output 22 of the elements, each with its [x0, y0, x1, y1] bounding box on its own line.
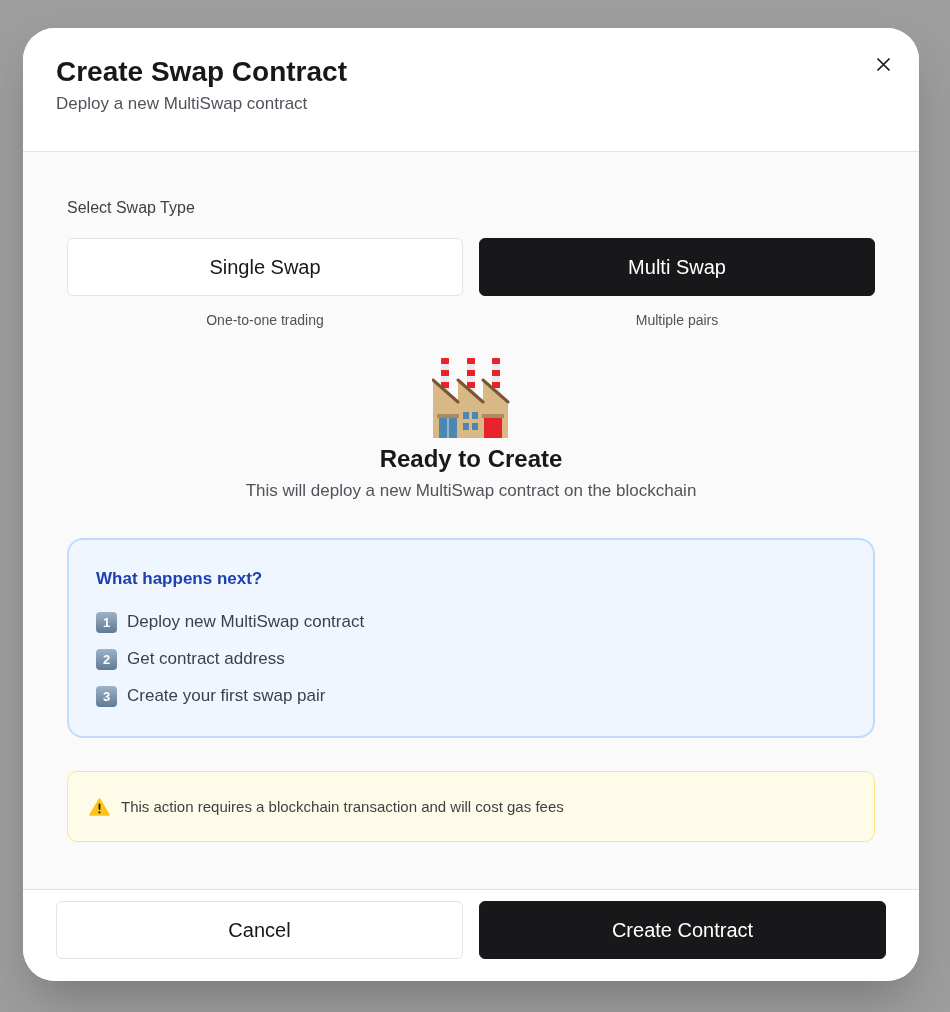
summary-description: This will deploy a new MultiSwap contract on the blockchain	[245, 480, 697, 502]
option-caption: Multiple pairs	[635, 311, 719, 330]
swap-type-option[interactable]: Multi Swap	[479, 238, 875, 296]
warning-text: This action requires a blockchain transaction and will cost gas fees	[121, 796, 564, 817]
section-label: Select Swap Type	[67, 198, 195, 218]
cancel-button[interactable]: Cancel	[56, 901, 463, 959]
info-title: What happens next?	[96, 568, 263, 590]
factory-icon	[432, 358, 510, 438]
step-text: Get contract address	[127, 648, 285, 670]
step-text: Deploy new MultiSwap contract	[127, 611, 365, 633]
dialog-subtitle: Deploy a new MultiSwap contract	[56, 93, 308, 115]
step-text: Create your first swap pair	[127, 685, 326, 707]
step-number: 2	[96, 648, 117, 670]
step-number: 1	[96, 611, 117, 633]
summary-title: Ready to Create	[379, 444, 563, 474]
close-icon	[876, 57, 890, 71]
dialog-title: Create Swap Contract	[56, 55, 347, 89]
swap-type-option[interactable]: Single Swap	[67, 238, 463, 296]
option-caption: One-to-one trading	[206, 311, 324, 330]
step-number: 3	[96, 685, 117, 707]
warning-icon	[89, 797, 110, 816]
create-contract-button[interactable]: Create Contract	[479, 901, 886, 959]
